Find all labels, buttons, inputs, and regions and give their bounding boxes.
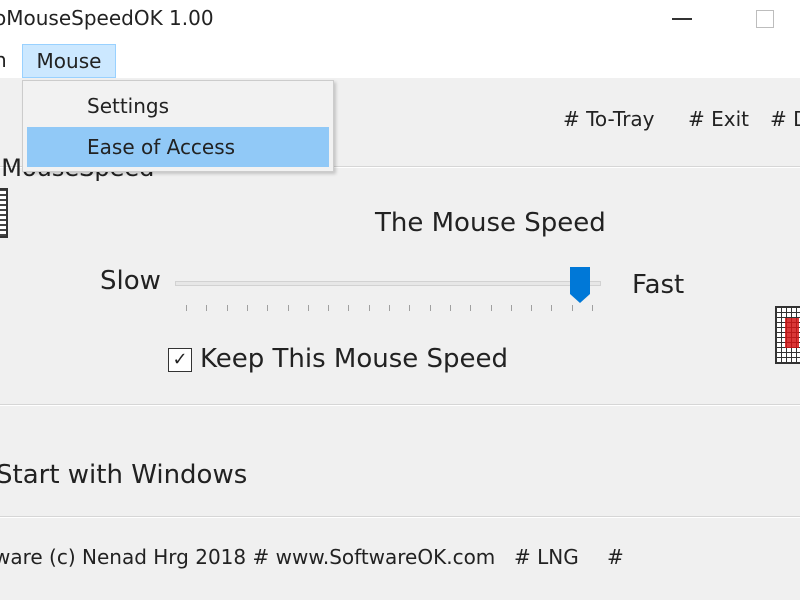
app-icon	[775, 306, 800, 364]
footer-hash[interactable]: #	[607, 545, 624, 569]
toolbar-link-partial[interactable]: # D	[770, 107, 800, 131]
maximize-icon[interactable]	[756, 10, 774, 28]
menu-mouse[interactable]: Mouse	[22, 44, 116, 78]
to-tray-link[interactable]: # To-Tray	[563, 107, 655, 131]
title-bar: oMouseSpeedOK 1.00	[0, 0, 800, 40]
divider	[0, 404, 800, 406]
menu-bar: n Mouse	[0, 40, 800, 78]
speed-title: The Mouse Speed	[375, 208, 606, 238]
speed-slider-track[interactable]	[175, 281, 601, 286]
menu-item-settings[interactable]: Settings	[27, 86, 329, 126]
divider	[0, 516, 800, 518]
language-link[interactable]: # LNG	[514, 545, 579, 569]
copyright-link[interactable]: ware (c) Nenad Hrg 2018 # www.SoftwareOK…	[0, 545, 495, 569]
keep-speed-label[interactable]: Keep This Mouse Speed	[200, 344, 508, 374]
menu-item-ease-of-access[interactable]: Ease of Access	[27, 127, 329, 167]
fast-label: Fast	[632, 270, 685, 300]
menu-item-partial[interactable]: n	[0, 48, 7, 72]
checkmark-icon: ✓	[172, 349, 188, 370]
minimize-icon[interactable]	[672, 18, 692, 20]
exit-link[interactable]: # Exit	[688, 107, 749, 131]
speed-slider-thumb[interactable]	[569, 266, 591, 304]
window-title: oMouseSpeedOK 1.00	[0, 6, 214, 30]
start-with-windows-label[interactable]: Start with Windows	[0, 460, 247, 490]
app-icon	[0, 188, 8, 238]
slow-label: Slow	[100, 266, 161, 296]
keep-speed-checkbox[interactable]: ✓	[168, 348, 192, 372]
mouse-dropdown-menu: Settings Ease of Access	[22, 80, 334, 172]
